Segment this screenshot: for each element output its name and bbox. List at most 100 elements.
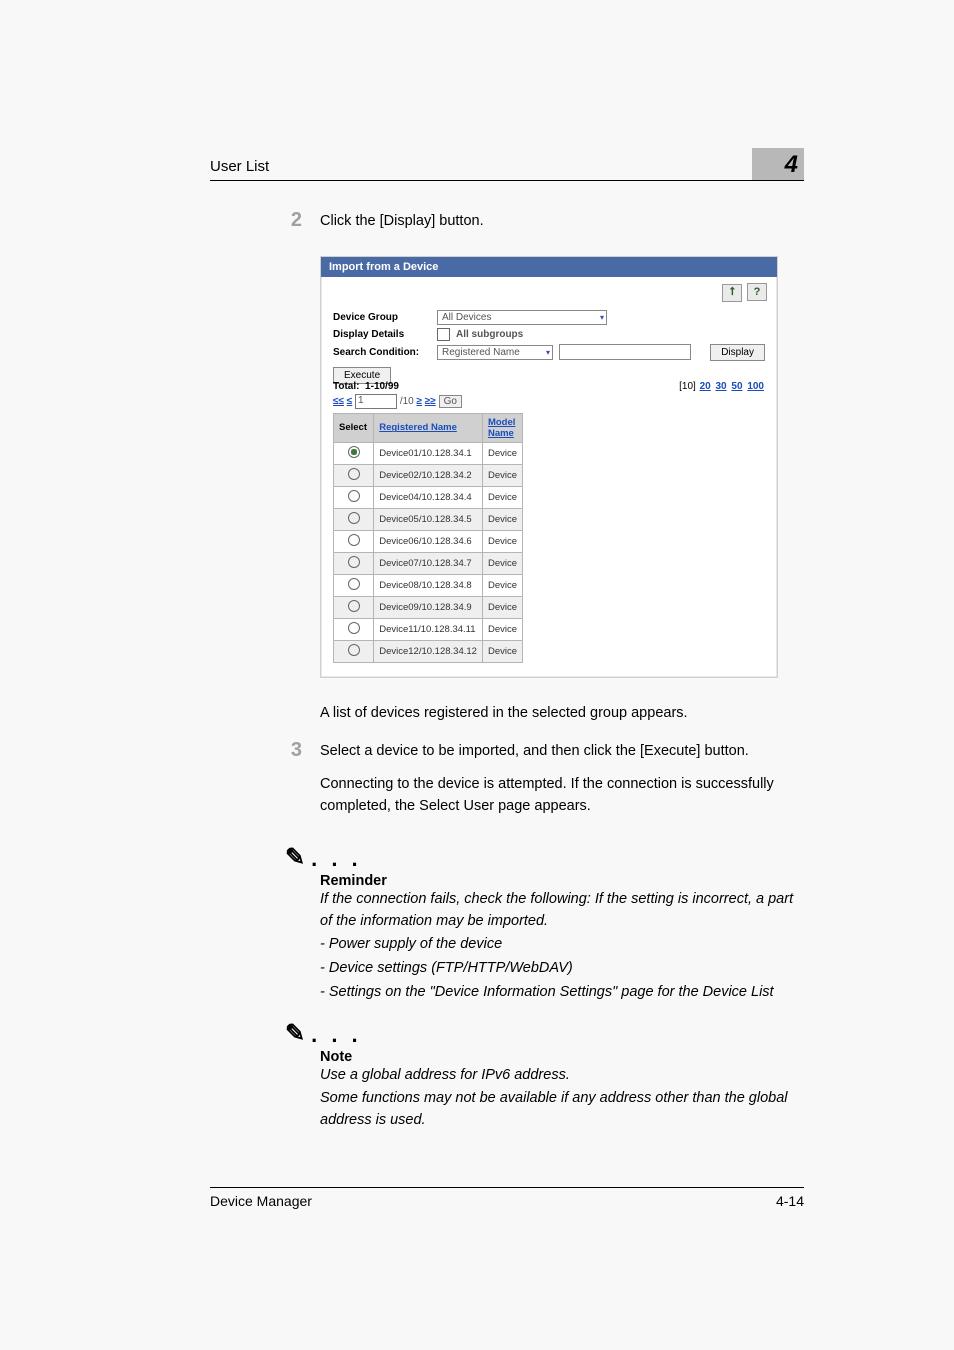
row-model-name: Device: [482, 508, 522, 530]
page-size-20[interactable]: 20: [700, 381, 711, 392]
page-size-10: [10]: [679, 381, 696, 392]
device-group-value: All Devices: [442, 312, 491, 323]
table-row: Device08/10.128.34.8Device: [334, 574, 523, 596]
note-callout: ✎ . . . Note Use a global address for IP…: [285, 1022, 801, 1132]
dots-icon: . . .: [311, 848, 362, 870]
search-condition-input[interactable]: [559, 344, 691, 360]
pager-next-icon[interactable]: ≥: [417, 396, 423, 407]
row-registered-name: Device11/10.128.34.11: [374, 618, 483, 640]
search-condition-value: Registered Name: [442, 347, 520, 358]
display-button[interactable]: Display: [710, 344, 765, 361]
total-label: Total:: [333, 381, 359, 392]
row-model-name: Device: [482, 552, 522, 574]
row-model-name: Device: [482, 618, 522, 640]
row-select-radio[interactable]: [334, 486, 374, 508]
row-model-name: Device: [482, 442, 522, 464]
row-model-name: Device: [482, 640, 522, 662]
note-icon: ✎: [285, 1022, 305, 1046]
pager-prev-icon[interactable]: ≤: [347, 396, 353, 407]
step-detail: Connecting to the device is attempted. I…: [320, 773, 801, 818]
table-row: Device02/10.128.34.2Device: [334, 464, 523, 486]
row-registered-name: Device12/10.128.34.12: [374, 640, 483, 662]
row-select-radio[interactable]: [334, 574, 374, 596]
pager-go-button[interactable]: Go: [439, 395, 462, 408]
table-row: Device09/10.128.34.9Device: [334, 596, 523, 618]
footer-rule: [210, 1187, 804, 1188]
dots-icon: . . .: [311, 1024, 362, 1046]
step-body: Click the [Display] button.: [320, 210, 801, 242]
col-select: Select: [334, 413, 374, 442]
row-model-name: Device: [482, 530, 522, 552]
header-rule: [210, 180, 804, 181]
row-select-radio[interactable]: [334, 552, 374, 574]
reminder-line: If the connection fails, check the follo…: [320, 889, 795, 933]
filter-form: Device Group All Devices ▾ Display Detai…: [321, 302, 777, 370]
row-select-radio[interactable]: [334, 530, 374, 552]
reminder-line: - Power supply of the device: [320, 934, 795, 956]
col-model-name[interactable]: Model Name: [482, 413, 522, 442]
row-select-radio[interactable]: [334, 464, 374, 486]
reminder-body: If the connection fails, check the follo…: [320, 889, 801, 1004]
reminder-line: - Device settings (FTP/HTTP/WebDAV): [320, 958, 795, 980]
page-size-50[interactable]: 50: [731, 381, 742, 392]
row-registered-name: Device02/10.128.34.2: [374, 464, 483, 486]
row-registered-name: Device06/10.128.34.6: [374, 530, 483, 552]
post-figure-text: A list of devices registered in the sele…: [320, 702, 801, 724]
note-line: Some functions may not be available if a…: [320, 1088, 795, 1132]
help-icon[interactable]: ?: [747, 283, 767, 301]
row-select-radio[interactable]: [334, 508, 374, 530]
device-group-select[interactable]: All Devices ▾: [437, 310, 607, 325]
row-select-radio[interactable]: [334, 618, 374, 640]
note-icon: ✎: [285, 846, 305, 870]
step-number: 3: [280, 740, 302, 760]
running-head-title: User List: [210, 158, 269, 175]
col-registered-name[interactable]: Registered Name: [374, 413, 483, 442]
page-content: 2 Click the [Display] button. Import fro…: [280, 210, 801, 1134]
import-from-device-panel: Import from a Device ⭡ ? Device Group Al…: [320, 256, 778, 678]
step-body: Select a device to be imported, and then…: [320, 740, 801, 827]
page-size-selector: [10] 20 30 50 100: [679, 381, 765, 392]
note-body: Use a global address for IPv6 address.So…: [320, 1065, 801, 1132]
page-size-100[interactable]: 100: [747, 381, 764, 392]
row-select-radio[interactable]: [334, 596, 374, 618]
pager-of-text: /10: [400, 396, 414, 407]
page-size-30[interactable]: 30: [716, 381, 727, 392]
panel-title: Import from a Device: [321, 257, 777, 277]
all-subgroups-checkbox[interactable]: [437, 328, 450, 341]
search-condition-select[interactable]: Registered Name ▾: [437, 345, 553, 360]
table-row: Device07/10.128.34.7Device: [334, 552, 523, 574]
footer-page-number: 4-14: [776, 1193, 804, 1209]
row-select-radio[interactable]: [334, 640, 374, 662]
chevron-down-icon: ▾: [546, 348, 550, 357]
chevron-down-icon: ▾: [600, 313, 604, 322]
device-table: Select Registered Name Model Name Device…: [333, 413, 523, 663]
table-row: Device01/10.128.34.1Device: [334, 442, 523, 464]
table-row: Device12/10.128.34.12Device: [334, 640, 523, 662]
back-icon[interactable]: ⭡: [722, 284, 742, 302]
reminder-line: - Settings on the "Device Information Se…: [320, 982, 795, 1004]
step-3: 3 Select a device to be imported, and th…: [280, 740, 801, 827]
pager-last-icon[interactable]: ≥≥: [425, 396, 436, 407]
chapter-number-tab: 4: [752, 148, 804, 181]
row-model-name: Device: [482, 464, 522, 486]
row-registered-name: Device01/10.128.34.1: [374, 442, 483, 464]
device-group-label: Device Group: [333, 312, 431, 323]
row-select-radio[interactable]: [334, 442, 374, 464]
table-row: Device05/10.128.34.5Device: [334, 508, 523, 530]
pager-page-input[interactable]: 1: [355, 394, 397, 409]
table-row: Device04/10.128.34.4Device: [334, 486, 523, 508]
reminder-callout: ✎ . . . Reminder If the connection fails…: [285, 846, 801, 1004]
all-subgroups-label: All subgroups: [456, 329, 523, 340]
note-title: Note: [320, 1049, 801, 1065]
search-condition-label: Search Condition:: [333, 347, 431, 358]
table-row: Device06/10.128.34.6Device: [334, 530, 523, 552]
pager-first-icon[interactable]: ≤≤: [333, 396, 344, 407]
reminder-title: Reminder: [320, 873, 801, 889]
row-model-name: Device: [482, 596, 522, 618]
pager: ≤≤ ≤ 1 /10 ≥ ≥≥ Go: [321, 394, 777, 413]
row-registered-name: Device04/10.128.34.4: [374, 486, 483, 508]
row-model-name: Device: [482, 574, 522, 596]
note-line: Use a global address for IPv6 address.: [320, 1065, 795, 1087]
step-instruction: Select a device to be imported, and then…: [320, 740, 801, 762]
row-registered-name: Device09/10.128.34.9: [374, 596, 483, 618]
